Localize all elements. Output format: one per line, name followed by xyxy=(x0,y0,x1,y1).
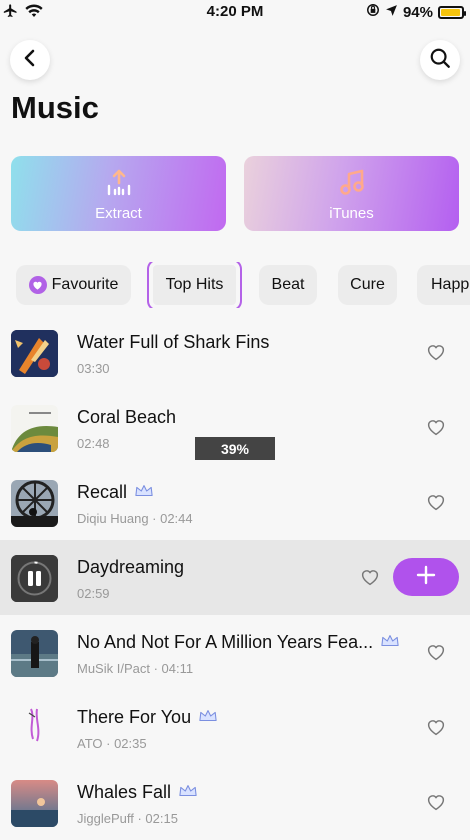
heart-outline-icon[interactable] xyxy=(426,793,446,816)
chip-favourite[interactable]: Favourite xyxy=(16,265,131,305)
album-art xyxy=(11,330,58,377)
song-title: Whales Fall xyxy=(77,782,172,802)
album-art xyxy=(11,705,58,752)
crown-icon xyxy=(135,482,153,503)
album-art xyxy=(11,480,58,527)
song-row[interactable]: There For You ATO · 02:35 xyxy=(0,690,470,765)
plus-icon xyxy=(416,565,436,590)
battery-percent: 94% xyxy=(402,3,433,21)
category-chips: Favourite Top Hits Beat Cure Happ xyxy=(0,262,470,308)
chip-top-hits[interactable]: Top Hits xyxy=(147,262,242,308)
song-subtitle: JigglePuff · 02:15 xyxy=(77,811,178,826)
song-title: Coral Beach xyxy=(77,407,177,427)
search-icon xyxy=(429,47,451,74)
chevron-left-icon xyxy=(23,49,37,72)
music-note-icon xyxy=(244,168,459,198)
song-subtitle: 03:30 xyxy=(77,361,110,376)
status-bar: 4:20 PM 94% xyxy=(0,0,470,24)
album-art xyxy=(11,405,58,452)
song-subtitle: 02:59 xyxy=(77,586,110,601)
pause-button[interactable] xyxy=(11,555,58,602)
itunes-card[interactable]: iTunes xyxy=(244,156,459,231)
song-title: Recall xyxy=(77,482,128,502)
back-button[interactable] xyxy=(10,40,50,80)
crown-icon xyxy=(381,632,399,653)
song-row-playing[interactable]: Daydreaming 02:59 xyxy=(0,540,470,615)
song-row[interactable]: No And Not For A Million Years Fea... Mu… xyxy=(0,615,470,690)
song-subtitle: Diqiu Huang · 02:44 xyxy=(77,511,193,526)
orientation-lock-icon xyxy=(366,3,380,21)
heart-outline-icon[interactable] xyxy=(426,418,446,441)
song-title: Water Full of Shark Fins xyxy=(77,332,270,352)
location-icon xyxy=(385,4,398,21)
song-title: Daydreaming xyxy=(77,557,185,577)
heart-outline-icon[interactable] xyxy=(426,493,446,516)
heart-outline-icon[interactable] xyxy=(426,643,446,666)
chip-happy[interactable]: Happ xyxy=(417,265,470,305)
chip-beat[interactable]: Beat xyxy=(259,265,317,305)
song-row[interactable]: Whales Fall JigglePuff · 02:15 xyxy=(0,765,470,840)
song-row[interactable]: Recall Diqiu Huang · 02:44 xyxy=(0,465,470,540)
heart-icon xyxy=(28,276,47,294)
song-subtitle: MuSik I/Pact · 04:11 xyxy=(77,661,194,676)
search-button[interactable] xyxy=(420,40,460,80)
album-art xyxy=(11,630,58,677)
crown-icon xyxy=(179,782,197,803)
page-title: Music xyxy=(11,90,99,125)
extract-card[interactable]: Extract xyxy=(11,156,226,231)
song-title: No And Not For A Million Years Fea... xyxy=(77,632,374,652)
add-button[interactable] xyxy=(393,558,459,596)
chip-cure[interactable]: Cure xyxy=(338,265,397,305)
extract-icon xyxy=(11,168,226,198)
crown-icon xyxy=(199,707,217,728)
extract-label: Extract xyxy=(95,205,142,222)
chip-label: Cure xyxy=(350,276,385,293)
itunes-label: iTunes xyxy=(329,205,374,222)
heart-outline-icon[interactable] xyxy=(360,568,380,591)
chip-label: Favourite xyxy=(51,276,119,293)
album-art xyxy=(11,780,58,827)
progress-badge: 39% xyxy=(195,437,275,460)
chip-label: Top Hits xyxy=(165,276,224,293)
song-subtitle: 02:48 xyxy=(77,436,110,451)
song-title: There For You xyxy=(77,707,192,727)
heart-outline-icon[interactable] xyxy=(426,718,446,741)
song-subtitle: ATO · 02:35 xyxy=(77,736,147,751)
chip-label: Happ xyxy=(431,276,470,293)
heart-outline-icon[interactable] xyxy=(426,343,446,366)
battery-icon xyxy=(438,5,466,19)
chip-label: Beat xyxy=(271,276,305,293)
song-row[interactable]: Water Full of Shark Fins 03:30 xyxy=(0,315,470,390)
